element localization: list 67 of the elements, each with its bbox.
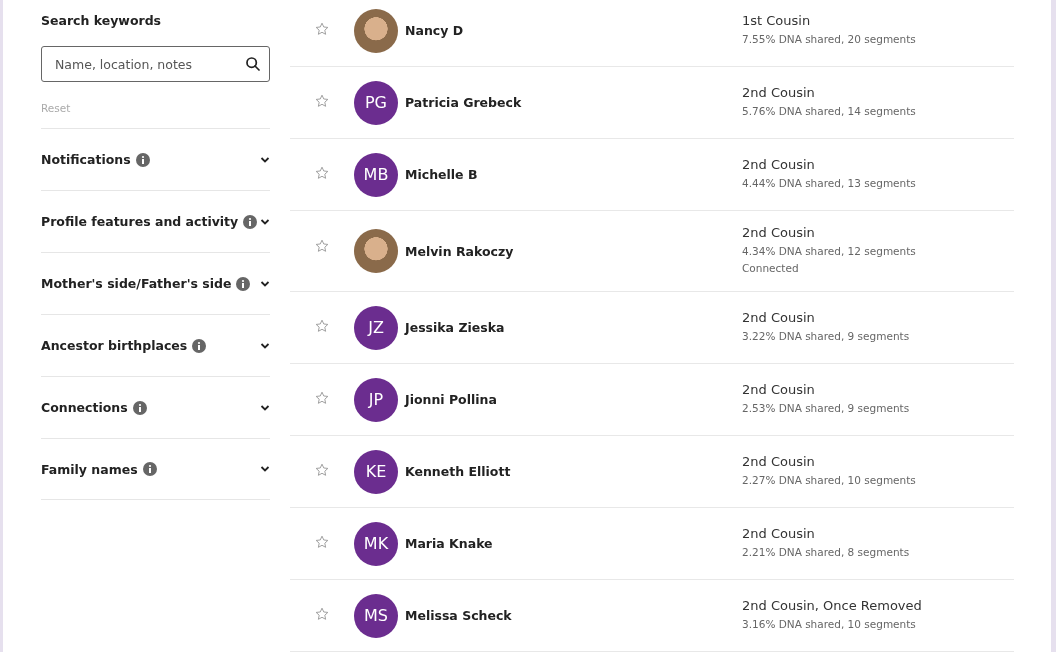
avatar-initials[interactable]: JZ — [354, 305, 398, 350]
relationship-text: 2nd Cousin — [742, 525, 816, 541]
star-icon[interactable] — [315, 391, 329, 405]
star-icon[interactable] — [315, 239, 329, 253]
relationship-text: 2nd Cousin, Once Removed — [742, 597, 922, 613]
relationship-text: 2nd Cousin — [742, 224, 816, 240]
filter-section-title[interactable]: Mother's side/Father's side — [41, 276, 232, 291]
filter-section-title[interactable]: Ancestor birthplaces — [41, 338, 188, 353]
avatar-initials[interactable]: MK — [354, 521, 398, 566]
info-icon[interactable] — [132, 400, 147, 415]
match-name[interactable]: Maria Knake — [405, 536, 742, 551]
chevron-down-icon[interactable] — [260, 217, 270, 226]
match-name[interactable]: Patricia Grebeck — [405, 95, 742, 110]
dna-shared-text: 2.27% DNA shared, 10 segments — [742, 473, 916, 486]
info-icon[interactable] — [135, 152, 150, 167]
photo-placeholder[interactable] — [354, 229, 398, 273]
search-icon[interactable] — [245, 56, 261, 72]
dna-shared-text: 7.55% DNA shared, 20 segments — [742, 32, 916, 45]
match-name[interactable]: Nancy D — [405, 23, 742, 38]
avatar-initials[interactable]: JP — [354, 377, 398, 422]
connected-status: Connected — [742, 261, 800, 274]
match-name[interactable]: Jessika Zieska — [405, 320, 742, 335]
dna-shared-text: 3.16% DNA shared, 10 segments — [742, 617, 917, 630]
dna-shared-text: 2.53% DNA shared, 9 segments — [742, 401, 910, 414]
search-field[interactable]: Name, location, notes — [41, 46, 270, 82]
relationship-text: 2nd Cousin — [742, 309, 816, 325]
relationship-text: 2nd Cousin — [742, 453, 816, 469]
filter-section-title[interactable]: Family names — [41, 461, 138, 477]
match-name[interactable]: Melissa Scheck — [405, 608, 742, 623]
info-icon[interactable] — [192, 338, 207, 353]
relationship-text: 2nd Cousin — [742, 156, 816, 172]
star-icon[interactable] — [315, 607, 329, 621]
dna-shared-text: 4.34% DNA shared, 12 segments — [742, 244, 916, 257]
info-icon[interactable] — [236, 276, 251, 291]
relationship-text: 1st Cousin — [742, 12, 812, 28]
filter-section-title[interactable]: Notifications — [41, 152, 131, 167]
chevron-down-icon[interactable] — [260, 155, 270, 164]
avatar-initials[interactable]: MS — [354, 593, 398, 638]
star-icon[interactable] — [315, 463, 329, 477]
filter-section-title[interactable]: Profile features and activity — [41, 214, 239, 229]
avatar-initials[interactable]: MB — [354, 152, 398, 197]
dna-shared-text: 4.44% DNA shared, 13 segments — [742, 176, 916, 189]
filter-section-title[interactable]: Connections — [41, 400, 128, 415]
relationship-text: 2nd Cousin — [742, 381, 816, 397]
match-name[interactable]: Jionni Pollina — [405, 392, 742, 407]
match-name[interactable]: Melvin Rakoczy — [405, 243, 742, 259]
dna-shared-text: 2.21% DNA shared, 8 segments — [742, 545, 910, 558]
info-icon[interactable] — [142, 462, 157, 476]
filter-heading: Search keywords — [41, 13, 163, 30]
chevron-down-icon[interactable] — [260, 279, 270, 288]
avatar-initials[interactable]: PG — [354, 80, 398, 125]
star-icon[interactable] — [315, 319, 329, 333]
star-icon[interactable] — [315, 94, 329, 108]
star-icon[interactable] — [315, 535, 329, 549]
match-name[interactable]: Michelle B — [405, 167, 742, 182]
info-icon[interactable] — [243, 214, 258, 229]
star-icon[interactable] — [315, 22, 329, 36]
chevron-down-icon[interactable] — [260, 341, 270, 350]
chevron-down-icon[interactable] — [260, 465, 270, 473]
chevron-down-icon[interactable] — [260, 403, 270, 412]
star-icon[interactable] — [315, 166, 329, 180]
photo-placeholder[interactable] — [354, 8, 398, 53]
match-name[interactable]: Kenneth Elliott — [405, 464, 742, 479]
avatar-initials[interactable]: KE — [354, 449, 398, 494]
dna-shared-text: 5.76% DNA shared, 14 segments — [742, 104, 916, 117]
dna-shared-text: 3.22% DNA shared, 9 segments — [742, 329, 910, 342]
relationship-text: 2nd Cousin — [742, 84, 816, 100]
